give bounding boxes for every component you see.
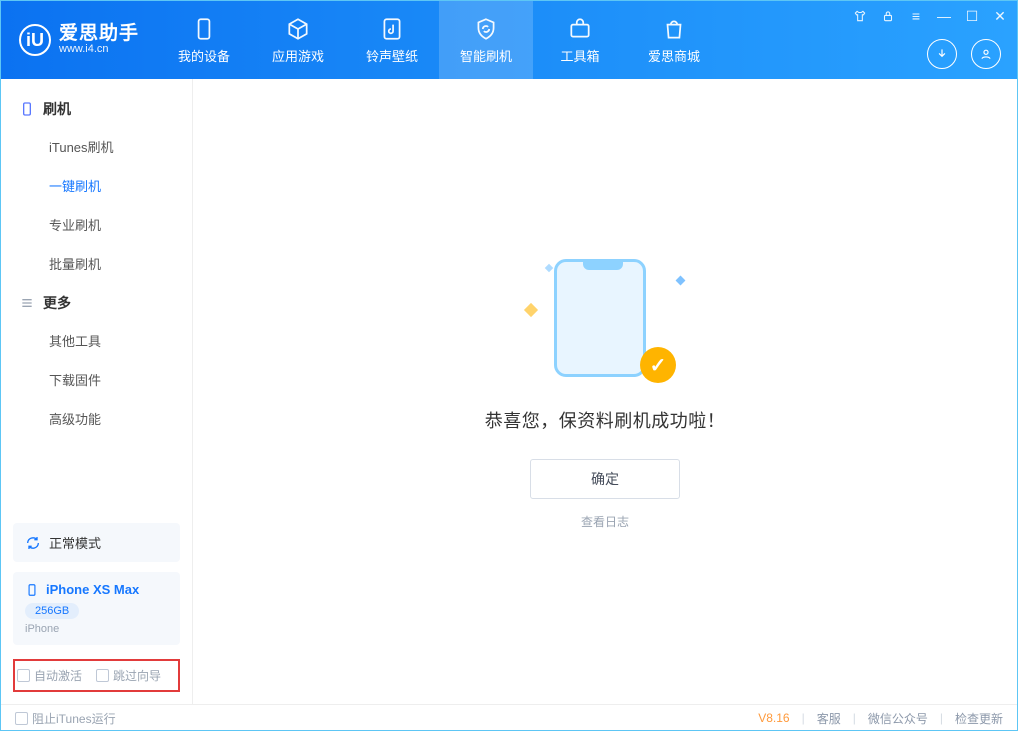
app-url: www.i4.cn: [59, 44, 139, 56]
user-button[interactable]: [971, 39, 1001, 69]
sidebar-item-batch-flash[interactable]: 批量刷机: [1, 244, 192, 283]
lock-icon[interactable]: [879, 7, 897, 25]
toolbox-icon: [567, 16, 593, 42]
sidebar-item-pro-flash[interactable]: 专业刷机: [1, 205, 192, 244]
list-icon: [19, 295, 35, 311]
mode-label: 正常模式: [49, 533, 101, 552]
sidebar-item-advanced[interactable]: 高级功能: [1, 399, 192, 438]
main-panel: ✓ 恭喜您，保资料刷机成功啦！ 确定 查看日志: [193, 79, 1017, 704]
support-link[interactable]: 客服: [817, 710, 841, 727]
app-name: 爱思助手: [59, 24, 139, 44]
phone-icon: [19, 101, 35, 117]
auto-activate-option[interactable]: 自动激活: [17, 667, 82, 684]
maximize-button[interactable]: ☐: [963, 7, 981, 25]
shirt-icon[interactable]: [851, 7, 869, 25]
tab-my-device[interactable]: 我的设备: [157, 1, 251, 79]
ok-button[interactable]: 确定: [530, 459, 680, 499]
tab-store[interactable]: 爱思商城: [627, 1, 721, 79]
skip-guide-option[interactable]: 跳过向导: [96, 667, 161, 684]
sidebar-item-other-tools[interactable]: 其他工具: [1, 321, 192, 360]
device-card[interactable]: iPhone XS Max 256GB iPhone: [13, 572, 180, 645]
block-itunes-option[interactable]: 阻止iTunes运行: [15, 710, 116, 727]
sidebar-group-flash: 刷机: [1, 89, 192, 127]
app-header: iU 爱思助手 www.i4.cn 我的设备 应用游戏 铃声壁纸 智能刷机 工具…: [1, 1, 1017, 79]
tab-toolbox[interactable]: 工具箱: [533, 1, 627, 79]
sidebar-item-itunes-flash[interactable]: iTunes刷机: [1, 127, 192, 166]
music-file-icon: [379, 16, 405, 42]
success-message: 恭喜您，保资料刷机成功啦！: [485, 407, 726, 433]
device-capacity: 256GB: [25, 603, 79, 619]
check-badge-icon: ✓: [640, 347, 676, 383]
group-label: 刷机: [43, 99, 71, 119]
minimize-button[interactable]: —: [935, 7, 953, 25]
header-side-actions: [927, 39, 1001, 69]
sync-icon: [25, 535, 41, 551]
window-controls: ≡ — ☐ ✕: [851, 7, 1009, 25]
content-body: 刷机 iTunes刷机 一键刷机 专业刷机 批量刷机 更多 其他工具 下载固件 …: [1, 79, 1017, 704]
wechat-link[interactable]: 微信公众号: [868, 710, 928, 727]
status-bar: 阻止iTunes运行 V8.16 | 客服 | 微信公众号 | 检查更新: [1, 704, 1017, 731]
checkbox-icon: [17, 669, 30, 682]
close-button[interactable]: ✕: [991, 7, 1009, 25]
download-button[interactable]: [927, 39, 957, 69]
tab-ringtone-wallpaper[interactable]: 铃声壁纸: [345, 1, 439, 79]
view-log-link[interactable]: 查看日志: [581, 513, 629, 530]
version-label: V8.16: [758, 711, 789, 725]
cube-icon: [285, 16, 311, 42]
sidebar-item-download-firmware[interactable]: 下载固件: [1, 360, 192, 399]
group-label: 更多: [43, 293, 71, 313]
sidebar-group-more: 更多: [1, 283, 192, 321]
device-icon: [25, 583, 39, 597]
logo-icon: iU: [19, 24, 51, 56]
sidebar: 刷机 iTunes刷机 一键刷机 专业刷机 批量刷机 更多 其他工具 下载固件 …: [1, 79, 193, 704]
tab-label: 铃声壁纸: [366, 46, 418, 65]
app-logo: iU 爱思助手 www.i4.cn: [1, 1, 153, 79]
checkbox-icon: [15, 712, 28, 725]
tab-label: 我的设备: [178, 46, 230, 65]
device-type: iPhone: [25, 623, 168, 635]
tab-label: 爱思商城: [648, 46, 700, 65]
main-tabs: 我的设备 应用游戏 铃声壁纸 智能刷机 工具箱 爱思商城: [157, 1, 721, 79]
success-illustration: ✓: [530, 259, 680, 389]
sidebar-item-oneclick-flash[interactable]: 一键刷机: [1, 166, 192, 205]
tab-smart-flash[interactable]: 智能刷机: [439, 1, 533, 79]
check-update-link[interactable]: 检查更新: [955, 710, 1003, 727]
tab-apps-games[interactable]: 应用游戏: [251, 1, 345, 79]
tab-label: 工具箱: [561, 46, 600, 65]
device-icon: [191, 16, 217, 42]
mode-card[interactable]: 正常模式: [13, 523, 180, 562]
shield-sync-icon: [473, 16, 499, 42]
flash-options-highlight: 自动激活 跳过向导: [13, 659, 180, 692]
bag-icon: [661, 16, 687, 42]
tab-label: 应用游戏: [272, 46, 324, 65]
menu-icon[interactable]: ≡: [907, 7, 925, 25]
device-name: iPhone XS Max: [46, 582, 139, 597]
phone-graphic: [554, 259, 646, 377]
checkbox-icon: [96, 669, 109, 682]
tab-label: 智能刷机: [460, 46, 512, 65]
